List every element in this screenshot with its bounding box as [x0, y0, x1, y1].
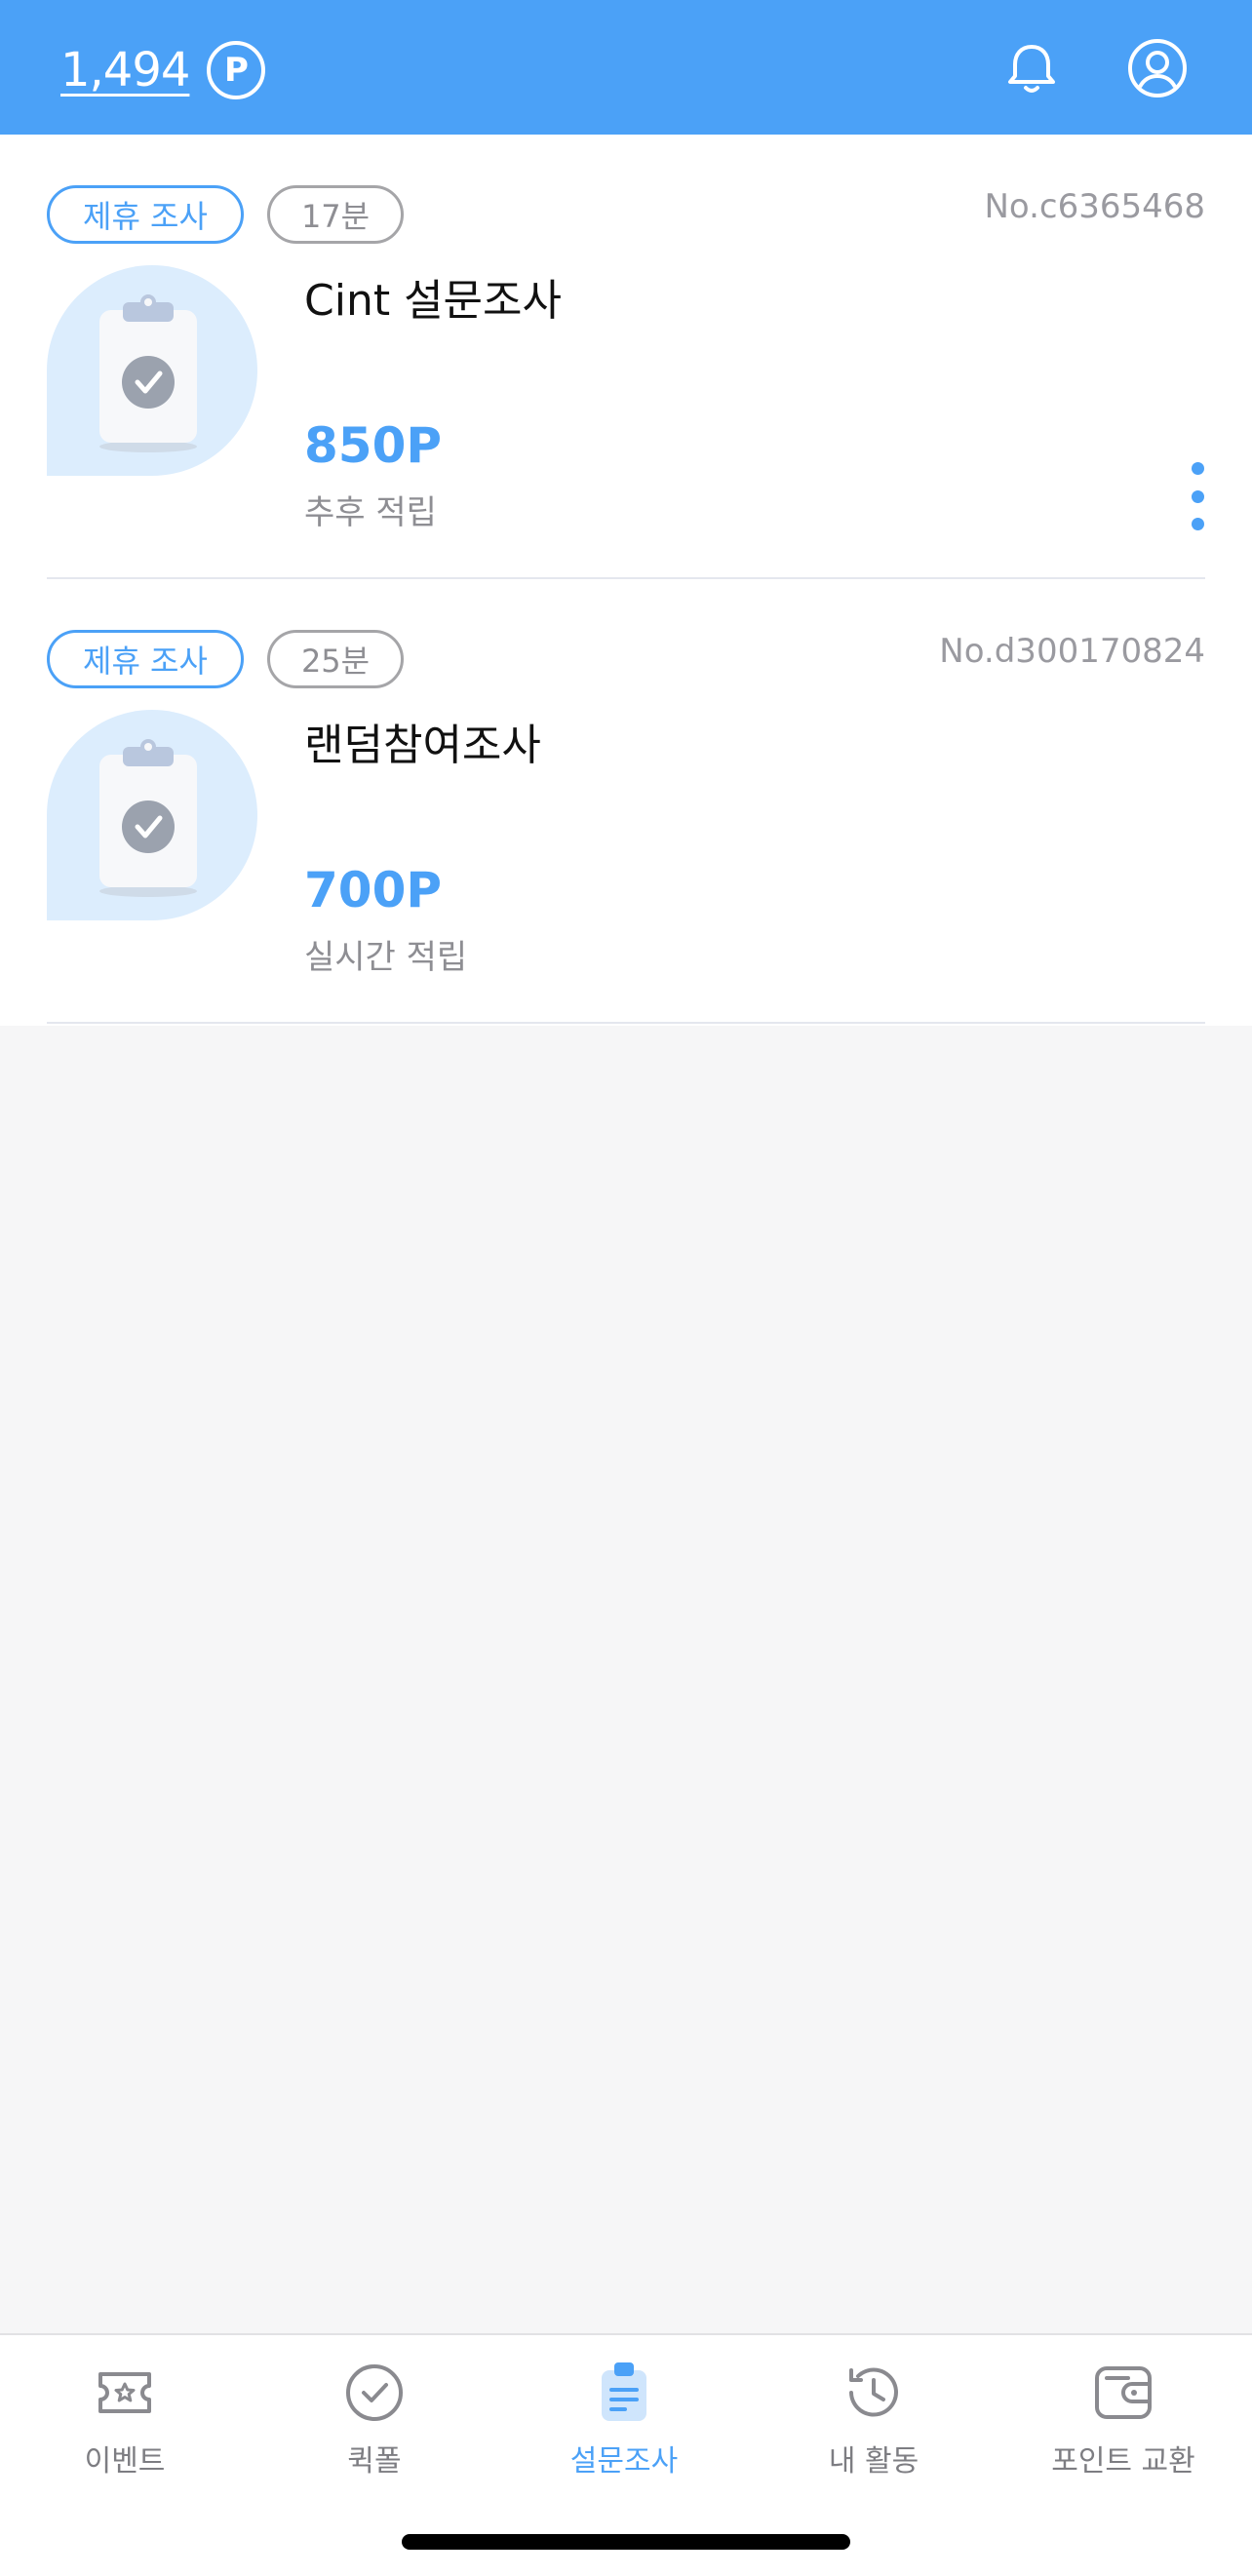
survey-title: Cint 설문조사 — [304, 276, 562, 326]
survey-card[interactable]: 제휴 조사 17분 No.c6365468 Cint 설문조사 850P 추후 … — [47, 135, 1205, 579]
clipboard-icon — [602, 2362, 646, 2421]
survey-list: 제휴 조사 17분 No.c6365468 Cint 설문조사 850P 추후 … — [0, 135, 1252, 1026]
nav-item-activity[interactable]: 내 활동 — [749, 2335, 998, 2501]
survey-card[interactable]: 제휴 조사 25분 No.d300170824 랜덤참여조사 700P 실시간 … — [47, 579, 1205, 1024]
reward-note: 추후 적립 — [304, 493, 437, 532]
tag-group: 제휴 조사 17분 — [47, 185, 405, 244]
clipboard-check-icon — [47, 265, 257, 476]
history-icon — [849, 2367, 898, 2417]
nav-item-quickpoll[interactable]: 퀵폴 — [250, 2335, 499, 2501]
clipboard-check-icon — [47, 710, 257, 920]
bell-icon[interactable] — [1000, 37, 1063, 99]
check-circle-icon — [346, 2364, 403, 2421]
nav-label: 퀵폴 — [347, 2444, 402, 2478]
more-options-icon[interactable] — [1188, 462, 1207, 530]
survey-reward: 850P — [304, 417, 443, 474]
points-badge-icon: P — [207, 41, 266, 99]
tag-duration: 25분 — [266, 630, 405, 688]
survey-reward: 700P — [304, 862, 443, 918]
tag-group: 제휴 조사 25분 — [47, 630, 405, 688]
ticket-icon — [98, 2372, 151, 2413]
reward-note: 실시간 적립 — [304, 938, 468, 977]
tag-duration: 17분 — [266, 185, 405, 244]
survey-number: No.d300170824 — [939, 632, 1205, 671]
nav-label: 포인트 교환 — [1051, 2444, 1195, 2478]
survey-title: 랜덤참여조사 — [304, 721, 541, 770]
profile-icon[interactable] — [1126, 37, 1189, 99]
nav-item-point-exchange[interactable]: 포인트 교환 — [998, 2335, 1248, 2501]
survey-number: No.c6365468 — [984, 187, 1205, 226]
nav-label: 설문조사 — [569, 2444, 679, 2478]
nav-label: 이벤트 — [84, 2444, 166, 2478]
points-display[interactable]: 1,494 P — [60, 41, 266, 99]
nav-item-survey[interactable]: 설문조사 — [499, 2335, 749, 2501]
nav-label: 내 활동 — [828, 2444, 919, 2478]
wallet-icon — [1095, 2366, 1152, 2419]
tag-survey-type: 제휴 조사 — [47, 630, 244, 688]
home-indicator — [402, 2534, 850, 2550]
app-header: 1,494 P — [0, 0, 1252, 135]
points-value[interactable]: 1,494 — [60, 43, 190, 98]
nav-item-event[interactable]: 이벤트 — [0, 2335, 250, 2501]
tag-survey-type: 제휴 조사 — [47, 185, 244, 244]
